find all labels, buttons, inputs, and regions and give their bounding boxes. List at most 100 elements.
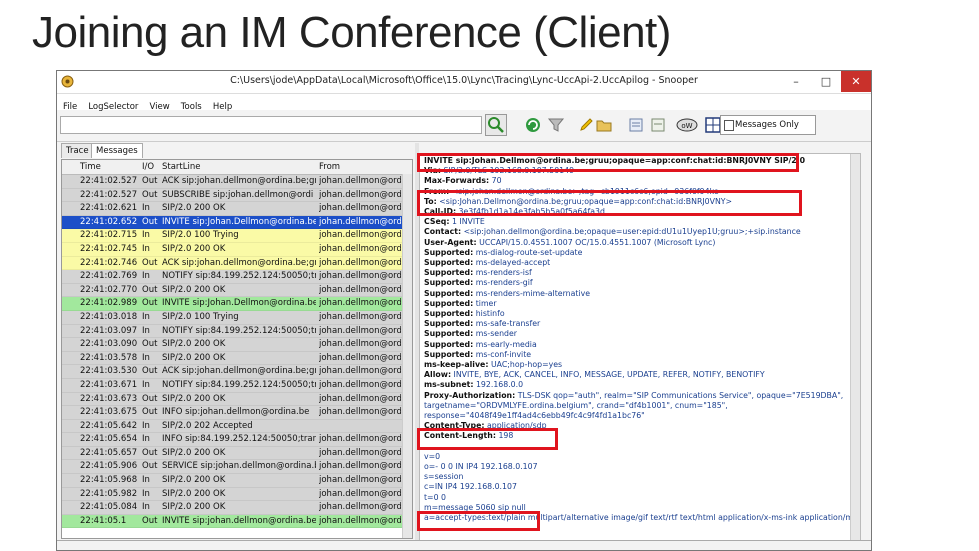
cell-time: 22:41:03.578 xyxy=(80,352,138,363)
table-row[interactable]: 22:41:03.097 In NOTIFY sip:84.199.252.124:… xyxy=(62,324,412,339)
cell-io: In xyxy=(142,420,150,431)
table-row[interactable]: 22:41:03.090 Out SIP/2.0 200 OK johan.dellm… xyxy=(62,338,412,352)
table-row[interactable]: 22:41:03.578 In SIP/2.0 200 OK johan.dellmo… xyxy=(62,351,412,366)
document-icon[interactable] xyxy=(627,116,645,134)
table-row[interactable]: 22:41:02.746 Out ACK sip:johan.dellmon@ord… xyxy=(62,256,412,271)
checkbox-box[interactable] xyxy=(724,120,734,131)
sip-header-value: targetname="ORDVMLYFE.ordina.belgium", c… xyxy=(424,400,728,410)
refresh-icon[interactable] xyxy=(524,116,542,134)
cell-startline: SIP/2.0 100 Trying xyxy=(162,230,239,241)
cell-io: Out xyxy=(142,189,158,200)
cell-io: Out xyxy=(142,515,158,526)
cell-io: Out xyxy=(142,216,158,227)
messages-only-label: Messages Only xyxy=(735,120,799,130)
tab-messages[interactable]: Messages xyxy=(91,143,143,158)
sip-header-value: timer xyxy=(475,298,497,308)
cell-time: 22:41:02.769 xyxy=(80,271,138,282)
table-row[interactable]: 22:41:02.621 In SIP/2.0 200 OK johan.dellmo… xyxy=(62,202,412,216)
cell-startline: NOTIFY sip:84.199.252.124:50050;tran xyxy=(162,325,316,336)
cell-io: Out xyxy=(142,393,158,404)
cell-from: johan.dellmon@ordi xyxy=(319,203,401,214)
table-row[interactable]: 22:41:03.530 Out ACK sip:johan.dellmon@ord… xyxy=(62,365,412,379)
cell-io: In xyxy=(142,352,150,363)
sip-header-line: v=0 xyxy=(424,452,440,462)
cell-startline: ACK sip:johan.dellmon@ordina.be;gr xyxy=(162,257,316,268)
find-button[interactable] xyxy=(485,114,507,136)
sip-header-line: Supported: ms-sender xyxy=(424,329,517,339)
column-header-from[interactable]: From xyxy=(319,160,340,174)
highlight-invite-line xyxy=(417,153,799,172)
table-row[interactable]: 22:41:05.968 In SIP/2.0 200 OK johan.dellmo… xyxy=(62,474,412,488)
sip-header-value: 192.168.0.0 xyxy=(475,380,524,390)
cell-from: johan.dellmon@ordi xyxy=(319,366,401,377)
table-row[interactable]: 22:41:02.989 Out INVITE sip:Johan.Dellmon@… xyxy=(62,297,412,311)
table-row[interactable]: 22:41:03.018 In SIP/2.0 100 Trying johan.de… xyxy=(62,310,412,325)
sip-header-key: Supported: xyxy=(424,319,474,329)
table-row[interactable]: 22:41:02.770 Out SIP/2.0 200 OK johan.dellm… xyxy=(62,283,412,298)
sip-header-value: c=IN IP4 192.168.0.107 xyxy=(424,482,517,492)
open-folder-icon[interactable] xyxy=(595,116,613,134)
network-icon[interactable]: oW xyxy=(675,116,699,134)
cell-io: Out xyxy=(142,447,158,458)
table-row[interactable]: 22:41:03.673 Out SIP/2.0 200 OK johan.dellm… xyxy=(62,392,412,407)
column-header-time[interactable]: Time xyxy=(80,160,101,174)
cell-io: In xyxy=(142,379,150,390)
grid-scrollbar[interactable] xyxy=(402,174,412,538)
close-button[interactable]: ✕ xyxy=(841,71,871,92)
sip-header-value: UCCAPI/15.0.4551.1007 OC/15.0.4551.1007 … xyxy=(479,237,716,247)
table-row[interactable]: 22:41:05.982 In SIP/2.0 200 OK johan.dellmo… xyxy=(62,487,412,502)
table-row[interactable]: 22:41:02.745 In SIP/2.0 200 OK johan.dellmo… xyxy=(62,242,412,257)
table-row[interactable]: 22:41:02.769 In NOTIFY sip:84.199.252.124:… xyxy=(62,270,412,284)
table-row[interactable]: 22:41:05.084 In SIP/2.0 200 OK johan.dellmo… xyxy=(62,501,412,515)
sip-header-line: Supported: ms-delayed-accept xyxy=(424,258,550,268)
cell-startline: SERVICE sip:johan.dellmon@ordina.be xyxy=(162,461,316,472)
cell-from: johan.dellmon@ordi xyxy=(319,475,401,486)
highlight-icon[interactable] xyxy=(577,116,595,134)
filter-icon[interactable] xyxy=(547,116,565,134)
cell-io: In xyxy=(142,325,150,336)
sip-header-key: CSeq: xyxy=(424,217,450,227)
table-row[interactable]: 22:41:03.671 In NOTIFY sip:84.199.252.124:… xyxy=(62,378,412,393)
sip-header-line: Supported: histinfo xyxy=(424,309,505,319)
table-row[interactable]: 22:41:05.642 In SIP/2.0 202 Accepted xyxy=(62,419,412,434)
cell-startline: SUBSCRIBE sip:johan.dellmon@ordi xyxy=(162,189,314,200)
table-row[interactable]: 22:41:02.715 In SIP/2.0 100 Trying johan.de… xyxy=(62,229,412,243)
sip-header-value: s=session xyxy=(424,472,464,482)
maximize-button[interactable]: □ xyxy=(811,71,841,92)
table-row[interactable]: 22:41:05.906 Out SERVICE sip:johan.dellmon… xyxy=(62,460,412,475)
column-header-startline[interactable]: StartLine xyxy=(162,160,200,174)
sip-header-value: ms-sender xyxy=(475,329,517,339)
sip-header-line: Supported: ms-renders-isf xyxy=(424,268,532,278)
cell-time: 22:41:02.745 xyxy=(80,243,138,254)
sip-header-line: ms-subnet: 192.168.0.0 xyxy=(424,380,523,390)
table-row[interactable]: 22:41:02.652 Out INVITE sip:Johan.Dellmon@… xyxy=(62,215,412,230)
minimize-button[interactable]: – xyxy=(781,71,811,92)
detail-scrollbar[interactable] xyxy=(850,154,860,540)
sip-header-key: Contact: xyxy=(424,227,462,237)
table-row[interactable]: 22:41:05.1 Out INVITE sip:johan.dellmon@or… xyxy=(62,514,412,529)
table-row[interactable]: 22:41:02.527 Out ACK sip:johan.dellmon@ord… xyxy=(62,175,412,189)
cell-from: johan.dellmon@ordi xyxy=(319,461,401,472)
messages-only-checkbox[interactable]: Messages Only xyxy=(720,115,816,135)
cell-io: Out xyxy=(142,366,158,377)
cell-time: 22:41:05.1 xyxy=(80,515,127,526)
notes-icon[interactable] xyxy=(649,116,667,134)
messages-grid: Time I/O StartLine From 22:41:02.527 Out A… xyxy=(61,159,413,539)
cell-from: johan.dellmon@ordi xyxy=(319,216,401,227)
cell-from: johan.dellmon@ordi xyxy=(319,257,401,268)
cell-io: In xyxy=(142,475,150,486)
sip-header-line: s=session xyxy=(424,472,463,482)
cell-startline: SIP/2.0 200 OK xyxy=(162,284,226,295)
sip-header-key: Supported: xyxy=(424,349,474,359)
filter-input[interactable] xyxy=(60,116,482,134)
sip-header-key: ms-subnet: xyxy=(424,380,474,390)
tab-trace[interactable]: Trace xyxy=(61,143,94,158)
cell-time: 22:41:02.527 xyxy=(80,189,138,200)
table-row[interactable]: 22:41:02.527 Out SUBSCRIBE sip:johan.dellm… xyxy=(62,188,412,203)
column-header-io[interactable]: I/O xyxy=(142,160,154,174)
table-row[interactable]: 22:41:05.654 In INFO sip:84.199.252.124:50… xyxy=(62,433,412,447)
table-row[interactable]: 22:41:03.675 Out INFO sip:johan.dellmon@or… xyxy=(62,406,412,420)
cell-startline: NOTIFY sip:84.199.252.124:50050;tran xyxy=(162,271,316,282)
toolbar: oW Messages Only xyxy=(57,111,871,142)
table-row[interactable]: 22:41:05.657 Out SIP/2.0 200 OK johan.dellm… xyxy=(62,446,412,461)
